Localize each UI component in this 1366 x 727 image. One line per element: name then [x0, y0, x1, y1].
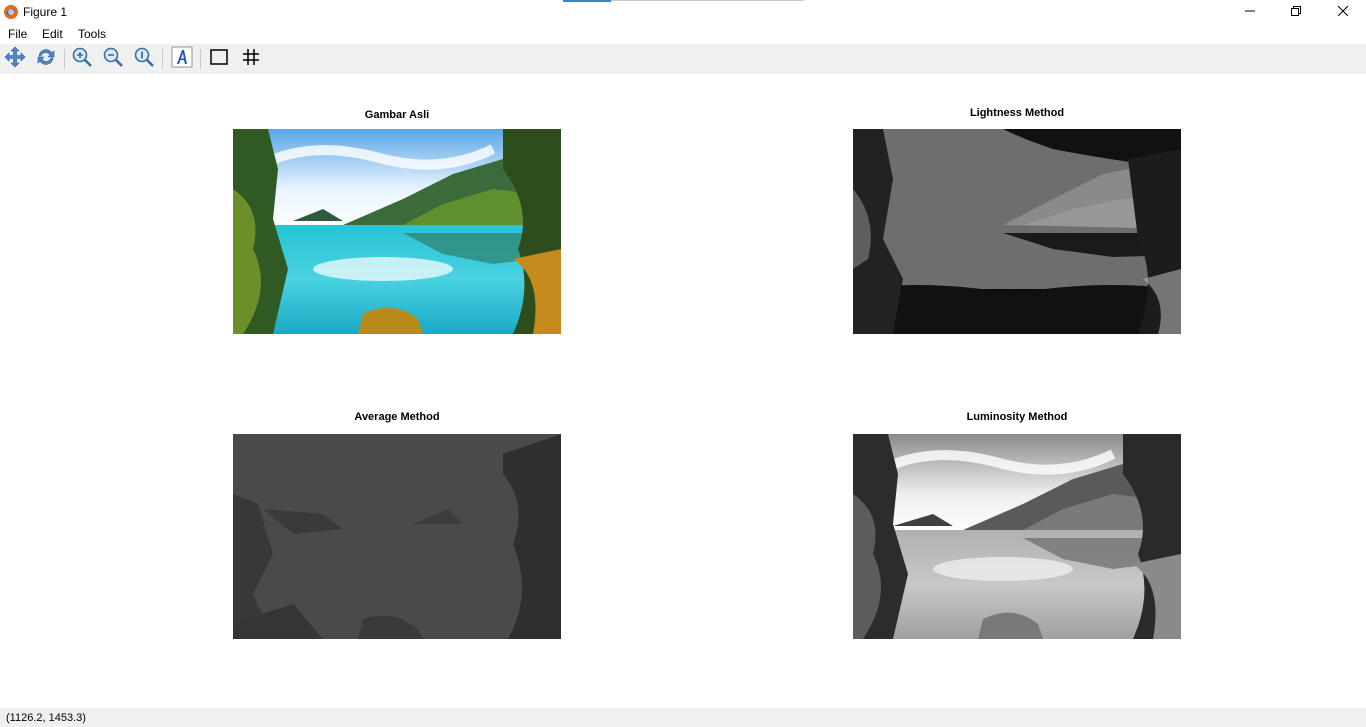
image-luminosity	[853, 434, 1181, 639]
pan-button[interactable]	[3, 46, 27, 73]
zoom-in-icon	[71, 46, 93, 73]
image-original	[233, 129, 561, 334]
title-accent-line-secondary	[611, 0, 804, 1]
zoom-reset-button[interactable]	[132, 47, 156, 71]
title-accent-line	[563, 0, 611, 2]
rotate-button[interactable]	[34, 47, 58, 71]
box-button[interactable]	[207, 47, 231, 71]
figure-canvas[interactable]: Gambar Asli Lightness Method Average Met…	[0, 74, 1366, 708]
box-icon	[208, 46, 230, 73]
zoom-out-button[interactable]	[101, 47, 125, 71]
toolbar-separator	[64, 49, 65, 69]
zoom-reset-icon	[133, 46, 155, 73]
text-annotation-button[interactable]	[170, 46, 194, 73]
menu-edit[interactable]: Edit	[42, 27, 63, 41]
menu-file[interactable]: File	[8, 27, 27, 41]
minimize-button[interactable]	[1227, 0, 1273, 23]
pan-icon	[4, 46, 26, 73]
menu-bar: File Edit Tools	[0, 23, 1366, 44]
window-title: Figure 1	[23, 5, 68, 19]
menu-tools[interactable]: Tools	[78, 27, 106, 41]
text-annotation-icon	[171, 46, 193, 73]
cursor-coordinates: (1126.2, 1453.3)	[6, 712, 86, 724]
close-icon	[1337, 3, 1349, 21]
matlab-figure-icon	[3, 4, 19, 20]
grid-button[interactable]	[239, 47, 263, 71]
plot-title-luminosity: Luminosity Method	[966, 411, 1068, 423]
image-lightness	[853, 129, 1181, 334]
toolbar-separator	[200, 49, 201, 69]
plot-title-lightness: Lightness Method	[969, 107, 1065, 119]
restore-icon	[1291, 3, 1301, 21]
toolbar-separator	[162, 49, 163, 69]
grid-icon	[240, 46, 262, 73]
toolbar	[0, 44, 1366, 74]
image-average	[233, 434, 561, 639]
title-bar: Figure 1	[0, 0, 1366, 23]
plot-title-average: Average Method	[354, 411, 440, 423]
plot-title-original: Gambar Asli	[364, 109, 430, 121]
status-bar: (1126.2, 1453.3)	[0, 708, 1366, 727]
minimize-icon	[1245, 3, 1255, 21]
zoom-in-button[interactable]	[70, 47, 94, 71]
restore-button[interactable]	[1273, 0, 1319, 23]
zoom-out-icon	[102, 46, 124, 73]
close-button[interactable]	[1320, 0, 1366, 23]
rotate-icon	[35, 46, 57, 73]
